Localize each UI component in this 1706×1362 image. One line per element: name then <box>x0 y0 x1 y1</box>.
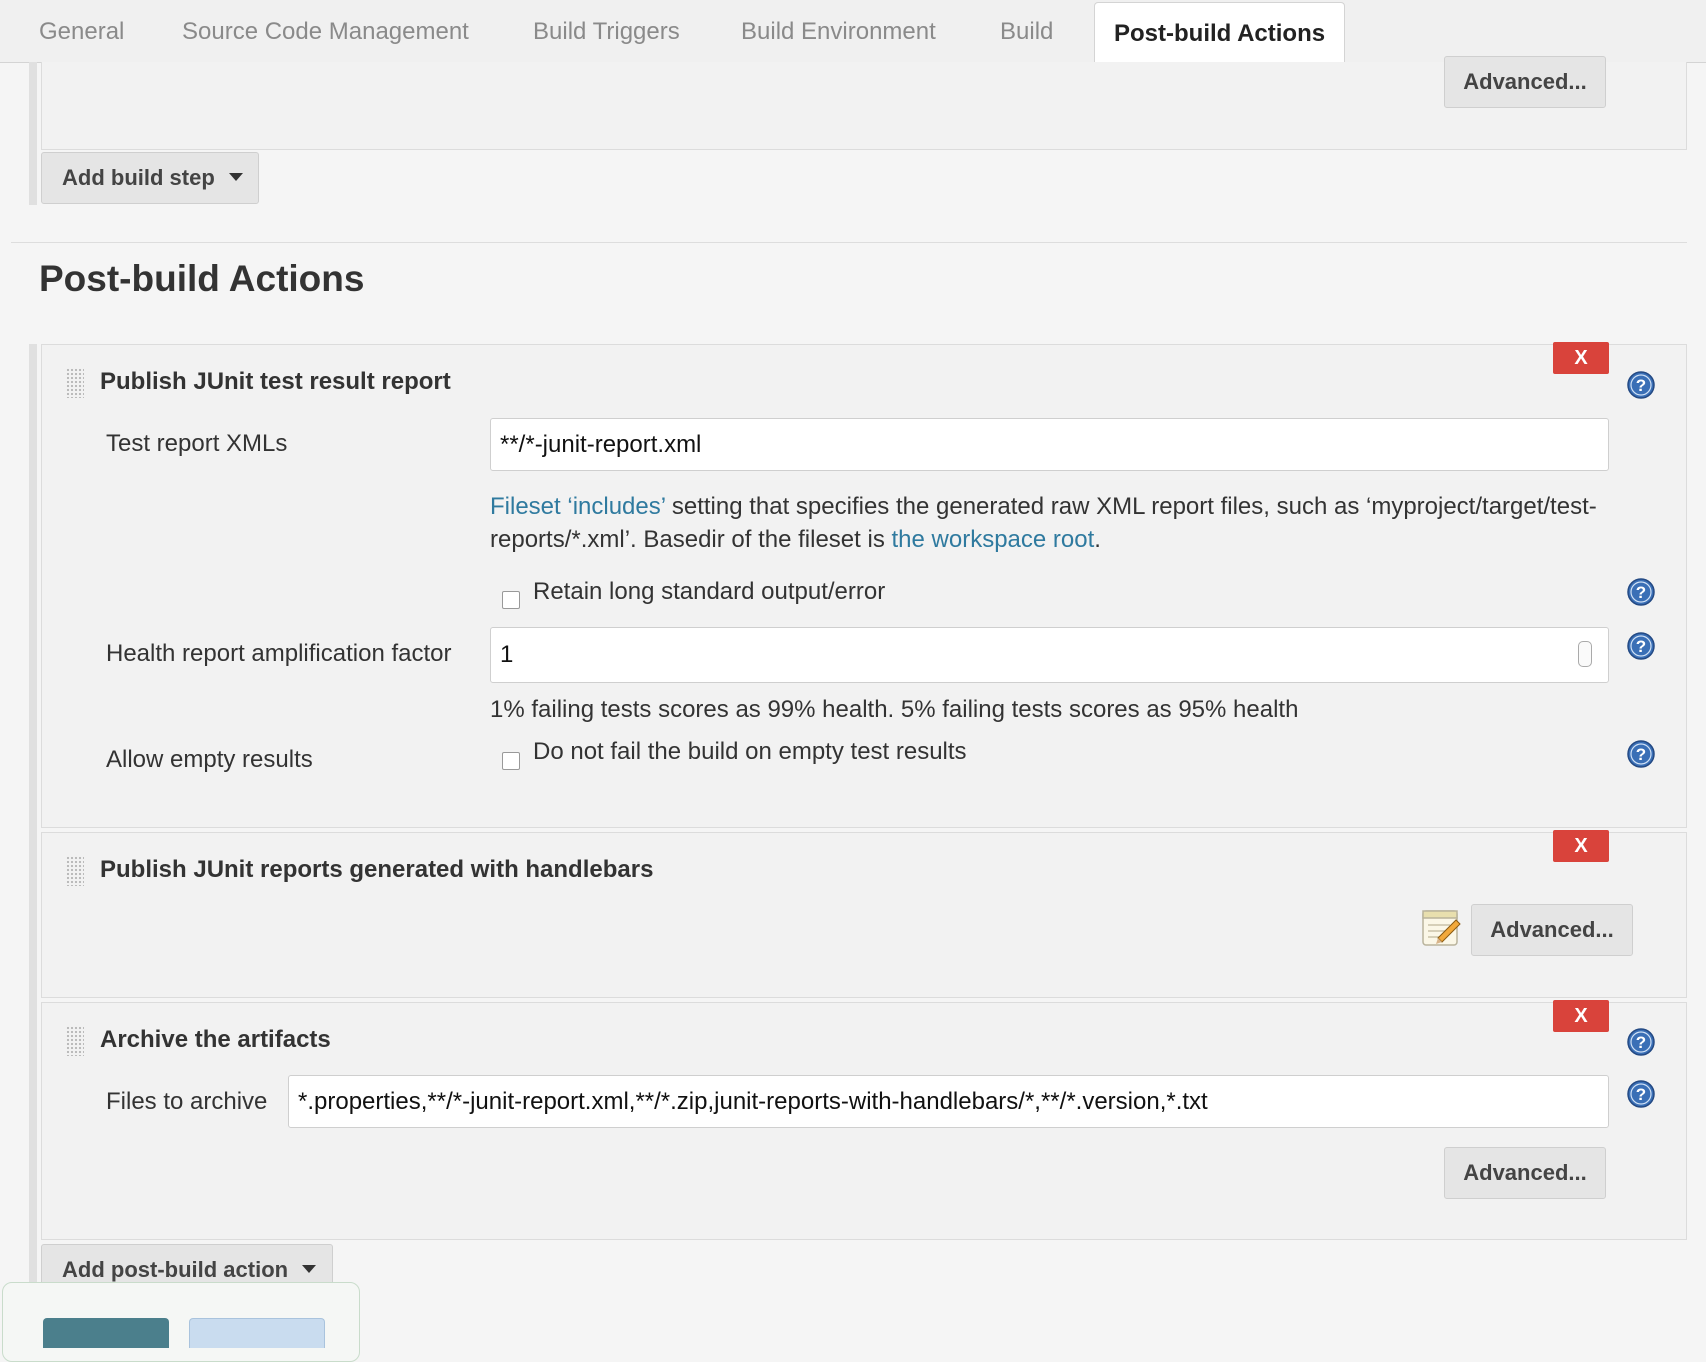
tab-build-environment[interactable]: Build Environment <box>741 0 936 62</box>
svg-text:?: ? <box>1636 376 1646 395</box>
allow-empty-checkbox-label: Do not fail the build on empty test resu… <box>533 738 967 765</box>
help-icon[interactable]: ? <box>1627 740 1655 768</box>
retain-output-label: Retain long standard output/error <box>533 578 886 605</box>
files-to-archive-input[interactable]: *.properties,**/*-junit-report.xml,**/*.… <box>288 1075 1609 1128</box>
help-icon[interactable]: ? <box>1627 578 1655 606</box>
tab-build[interactable]: Build <box>1000 0 1053 62</box>
health-factor-description: 1% failing tests scores as 99% health. 5… <box>490 696 1299 723</box>
chevron-down-icon <box>228 173 243 182</box>
post-build-actions-heading: Post-build Actions <box>39 258 365 299</box>
build-step-advanced-button[interactable]: Advanced... <box>1444 56 1606 108</box>
workspace-root-link[interactable]: the workspace root <box>891 526 1094 553</box>
files-to-archive-label: Files to archive <box>106 1088 268 1115</box>
post-build-section-left-bar <box>29 344 37 1294</box>
section-divider <box>11 242 1687 243</box>
drag-handle-icon[interactable] <box>66 1026 84 1056</box>
build-step-box <box>41 62 1687 150</box>
drag-handle-icon[interactable] <box>66 368 84 398</box>
tab-post-build-actions[interactable]: Post-build Actions <box>1094 2 1346 64</box>
svg-text:?: ? <box>1636 583 1646 602</box>
number-spinner-icon[interactable] <box>1578 641 1592 667</box>
tab-source-code-management[interactable]: Source Code Management <box>182 0 469 62</box>
files-to-archive-value: *.properties,**/*-junit-report.xml,**/*.… <box>298 1087 1208 1115</box>
svg-text:?: ? <box>1636 1085 1646 1104</box>
test-report-description: Fileset ‘includes’ setting that specifie… <box>490 490 1620 556</box>
drag-handle-icon[interactable] <box>66 856 84 886</box>
svg-text:?: ? <box>1636 637 1646 656</box>
add-build-step-button[interactable]: Add build step <box>41 152 259 204</box>
remove-handlebars-button[interactable]: X <box>1553 830 1609 862</box>
add-post-build-action-label: Add post-build action <box>62 1257 289 1282</box>
tab-build-triggers[interactable]: Build Triggers <box>533 0 680 62</box>
svg-text:?: ? <box>1636 1033 1646 1052</box>
test-report-xmls-label: Test report XMLs <box>106 430 288 457</box>
health-factor-value: 1 <box>500 641 514 668</box>
tab-general[interactable]: General <box>39 0 124 62</box>
remove-junit-button[interactable]: X <box>1553 342 1609 374</box>
help-icon[interactable]: ? <box>1627 1080 1655 1108</box>
remove-archive-button[interactable]: X <box>1553 1000 1609 1032</box>
test-report-xmls-input[interactable]: **/*-junit-report.xml <box>490 418 1609 471</box>
handlebars-advanced-button[interactable]: Advanced... <box>1471 904 1633 956</box>
allow-empty-label: Allow empty results <box>106 746 313 773</box>
svg-text:?: ? <box>1636 745 1646 764</box>
notepad-icon[interactable] <box>1420 906 1462 948</box>
allow-empty-checkbox[interactable] <box>502 752 520 770</box>
chevron-down-icon <box>302 1265 317 1274</box>
help-icon[interactable]: ? <box>1627 371 1655 399</box>
retain-output-checkbox[interactable] <box>502 591 520 609</box>
archive-advanced-button[interactable]: Advanced... <box>1444 1147 1606 1199</box>
fileset-includes-link[interactable]: Fileset ‘includes’ <box>490 493 665 520</box>
junit-block-title: Publish JUnit test result report <box>100 368 451 395</box>
help-icon[interactable]: ? <box>1627 632 1655 660</box>
handlebars-block-title: Publish JUnit reports generated with han… <box>100 856 654 883</box>
health-factor-label: Health report amplification factor <box>106 640 452 667</box>
add-build-step-label: Add build step <box>62 165 215 190</box>
test-report-desc-end: . <box>1094 526 1101 553</box>
archive-block-title: Archive the artifacts <box>100 1026 331 1053</box>
test-report-xmls-value: **/*-junit-report.xml <box>500 430 702 458</box>
help-icon[interactable]: ? <box>1627 1028 1655 1056</box>
build-section-left-bar <box>29 62 37 205</box>
health-factor-input[interactable]: 1 <box>490 627 1609 683</box>
